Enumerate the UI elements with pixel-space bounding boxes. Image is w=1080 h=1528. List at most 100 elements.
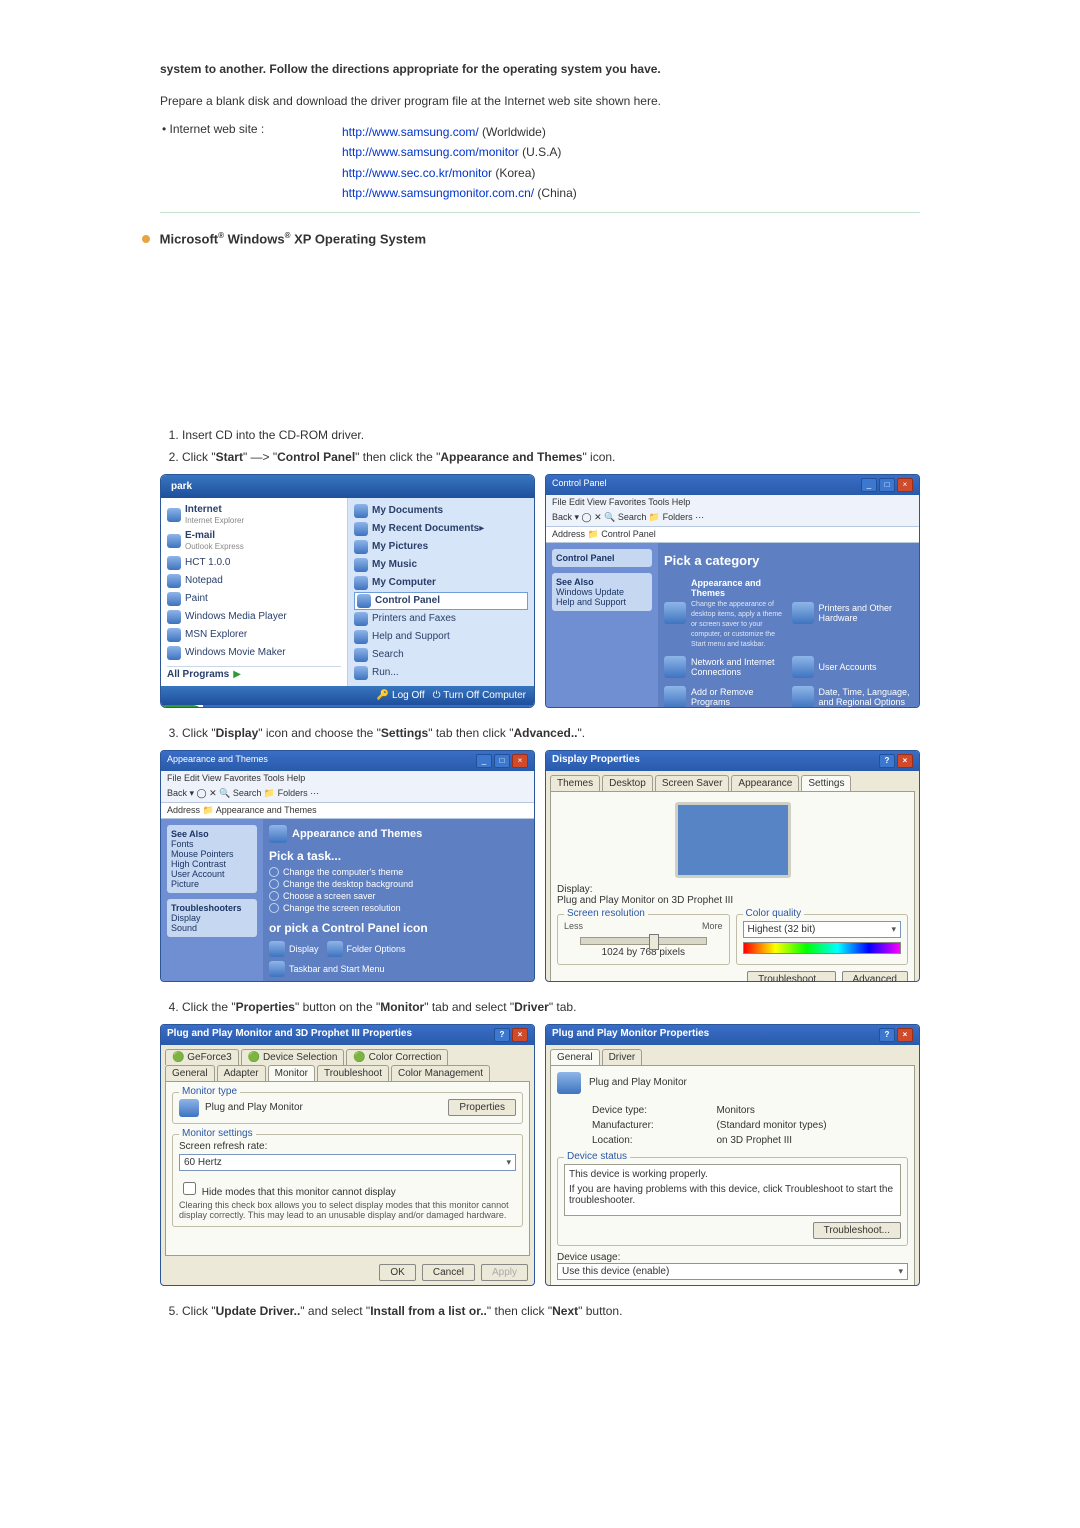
sm-wmm[interactable]: Windows Movie Maker xyxy=(167,644,341,662)
tab-adapter[interactable]: Adapter xyxy=(217,1065,266,1081)
tab-colorcorr[interactable]: 🟢 Color Correction xyxy=(346,1049,448,1065)
help-icon[interactable]: ? xyxy=(494,1028,510,1042)
start-button[interactable]: start xyxy=(161,705,203,708)
adv-window-title: Plug and Play Monitor and 3D Prophet III… xyxy=(167,1028,412,1042)
cat-addremove[interactable]: Add or Remove Programs xyxy=(664,686,786,708)
sm-controlpanel[interactable]: Control Panel xyxy=(354,592,528,610)
sm-search[interactable]: Search xyxy=(354,646,528,664)
sm-recent[interactable]: My Recent Documents ▸ xyxy=(354,520,528,538)
cancel-button[interactable]: Cancel xyxy=(422,1264,475,1281)
sm-mypics[interactable]: My Pictures xyxy=(354,538,528,556)
tab-general[interactable]: General xyxy=(550,1049,600,1066)
cp-taskbar[interactable]: Taskbar and Start Menu xyxy=(269,961,528,977)
task-res[interactable]: Change the screen resolution xyxy=(269,903,528,913)
apt-side-highc[interactable]: High Contrast xyxy=(171,859,226,869)
cp-side-help[interactable]: Help and Support xyxy=(556,597,626,607)
link-usa[interactable]: http://www.samsung.com/monitor xyxy=(342,145,519,159)
screenshot-appearance-themes: Appearance and Themes _□× File Edit View… xyxy=(160,750,535,982)
properties-button[interactable]: Properties xyxy=(448,1099,516,1116)
apt-ts-display[interactable]: Display xyxy=(171,913,201,923)
sm-mydocs[interactable]: My Documents xyxy=(354,502,528,520)
cat-printers[interactable]: Printers and Other Hardware xyxy=(792,578,914,648)
ok-button[interactable]: OK xyxy=(379,1264,415,1281)
sm-msn[interactable]: MSN Explorer xyxy=(167,626,341,644)
hide-modes-checkbox[interactable] xyxy=(183,1182,196,1195)
sm-wmp[interactable]: Windows Media Player xyxy=(167,608,341,626)
sm-run[interactable]: Run... xyxy=(354,664,528,682)
tab-troubleshoot[interactable]: Troubleshoot xyxy=(317,1065,389,1081)
sm-help[interactable]: Help and Support xyxy=(354,628,528,646)
refresh-select[interactable]: 60 Hertz xyxy=(179,1154,516,1171)
turnoff-button[interactable]: ⏻ Turn Off Computer xyxy=(433,690,526,701)
close-icon[interactable]: × xyxy=(897,478,913,492)
close-icon[interactable]: × xyxy=(897,754,913,768)
link-korea[interactable]: http://www.sec.co.kr/monitor xyxy=(342,166,492,180)
monitor-icon xyxy=(557,1072,581,1094)
cat-appearance-themes[interactable]: Appearance and ThemesChange the appearan… xyxy=(664,578,786,648)
loc-label: Location: xyxy=(591,1134,713,1147)
troubleshoot-button[interactable]: Troubleshoot... xyxy=(747,971,835,982)
usage-select[interactable]: Use this device (enable) xyxy=(557,1263,908,1280)
apt-ts-sound[interactable]: Sound xyxy=(171,923,197,933)
sm-mymusic[interactable]: My Music xyxy=(354,556,528,574)
troubleshoot-button[interactable]: Troubleshoot... xyxy=(813,1222,901,1239)
apply-button[interactable]: Apply xyxy=(481,1264,528,1281)
sm-all-programs[interactable]: All Programs ▶ xyxy=(167,666,341,682)
tab-themes[interactable]: Themes xyxy=(550,775,600,791)
cp-menu[interactable]: File Edit View Favorites Tools Help xyxy=(546,495,919,509)
tab-appearance[interactable]: Appearance xyxy=(731,775,799,791)
advanced-button[interactable]: Advanced xyxy=(842,971,908,982)
folder-icon xyxy=(354,522,368,536)
help-icon[interactable]: ? xyxy=(879,1028,895,1042)
tab-gf3[interactable]: 🟢 GeForce3 xyxy=(165,1049,239,1065)
sm-internet[interactable]: InternetInternet Explorer xyxy=(167,502,341,528)
cp-display[interactable]: Display xyxy=(269,941,319,957)
maximize-icon[interactable]: □ xyxy=(494,754,510,768)
apt-menu[interactable]: File Edit View Favorites Tools Help xyxy=(161,771,534,785)
cat-datetime[interactable]: Date, Time, Language, and Regional Optio… xyxy=(792,686,914,708)
minimize-icon[interactable]: _ xyxy=(476,754,492,768)
sm-printers[interactable]: Printers and Faxes xyxy=(354,610,528,628)
close-icon[interactable]: × xyxy=(897,1028,913,1042)
folder-icon xyxy=(327,941,343,957)
apt-side-fonts[interactable]: Fonts xyxy=(171,839,194,849)
task-ss[interactable]: Choose a screen saver xyxy=(269,891,528,901)
folder-icon xyxy=(354,540,368,554)
close-icon[interactable]: × xyxy=(512,1028,528,1042)
cp-folderopts[interactable]: Folder Options xyxy=(327,941,406,957)
tab-monitor[interactable]: Monitor xyxy=(268,1065,315,1082)
resolution-slider[interactable] xyxy=(580,937,707,945)
color-quality-select[interactable]: Highest (32 bit) xyxy=(743,921,902,938)
tab-devicesel[interactable]: 🟢 Device Selection xyxy=(241,1049,345,1065)
tab-settings[interactable]: Settings xyxy=(801,775,851,792)
logoff-button[interactable]: 🔑 Log Off xyxy=(377,690,425,701)
cp-address[interactable]: Address 📁 Control Panel xyxy=(546,527,919,543)
minimize-icon[interactable]: _ xyxy=(861,478,877,492)
maximize-icon[interactable]: □ xyxy=(879,478,895,492)
link-worldwide[interactable]: http://www.samsung.com/ xyxy=(342,125,479,139)
dp-display-label: Display: xyxy=(557,884,593,895)
tab-driver[interactable]: Driver xyxy=(602,1049,643,1065)
tab-general[interactable]: General xyxy=(165,1065,215,1081)
tab-colormgmt[interactable]: Color Management xyxy=(391,1065,490,1081)
apt-toolbar[interactable]: Back ▾ ◯ ✕ 🔍 Search 📁 Folders ⋯ xyxy=(161,785,534,803)
sm-hct[interactable]: HCT 1.0.0 xyxy=(167,554,341,572)
cp-toolbar[interactable]: Back ▾ ◯ ✕ 🔍 Search 📁 Folders ⋯ xyxy=(546,509,919,527)
link-china[interactable]: http://www.samsungmonitor.com.cn/ xyxy=(342,186,534,200)
sm-notepad[interactable]: Notepad xyxy=(167,572,341,590)
task-bg[interactable]: Change the desktop background xyxy=(269,879,528,889)
apt-side-uap[interactable]: User Account Picture xyxy=(171,869,225,889)
close-icon[interactable]: × xyxy=(512,754,528,768)
sm-mycomputer[interactable]: My Computer xyxy=(354,574,528,592)
apt-address[interactable]: Address 📁 Appearance and Themes xyxy=(161,803,534,819)
cat-network[interactable]: Network and Internet Connections xyxy=(664,656,786,678)
cp-side-winupdate[interactable]: Windows Update xyxy=(556,587,624,597)
cat-users[interactable]: User Accounts xyxy=(792,656,914,678)
help-icon[interactable]: ? xyxy=(879,754,895,768)
sm-email[interactable]: E-mailOutlook Express xyxy=(167,528,341,554)
tab-desktop[interactable]: Desktop xyxy=(602,775,653,791)
apt-side-mousep[interactable]: Mouse Pointers xyxy=(171,849,234,859)
task-theme[interactable]: Change the computer's theme xyxy=(269,867,528,877)
sm-paint[interactable]: Paint xyxy=(167,590,341,608)
tab-screensaver[interactable]: Screen Saver xyxy=(655,775,730,791)
